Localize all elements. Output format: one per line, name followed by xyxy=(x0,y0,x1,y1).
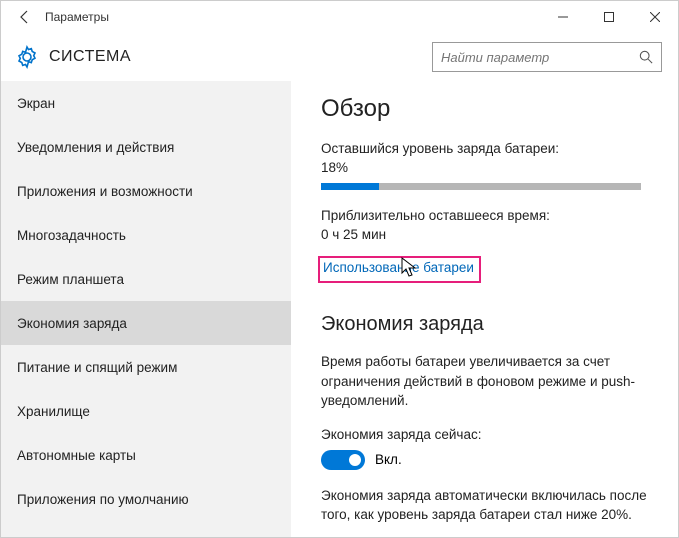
maximize-icon xyxy=(604,12,614,22)
sidebar-item[interactable]: Приложения и возможности xyxy=(1,169,291,213)
battery-remaining-value: 18% xyxy=(321,160,658,175)
sidebar-item[interactable]: Приложения по умолчанию xyxy=(1,477,291,521)
saver-heading: Экономия заряда xyxy=(321,313,658,336)
battery-progress-bar xyxy=(321,183,379,190)
saver-description: Время работы батареи увеличивается за сч… xyxy=(321,352,658,411)
battery-usage-link[interactable]: Использование батареи xyxy=(318,256,481,283)
time-remaining-label: Приблизительно оставшееся время: xyxy=(321,208,658,223)
arrow-left-icon xyxy=(17,9,33,25)
close-icon xyxy=(650,12,660,22)
search-box[interactable] xyxy=(432,42,662,72)
search-icon xyxy=(639,50,653,64)
sidebar-item[interactable]: О системе xyxy=(1,521,291,537)
gear-icon xyxy=(15,45,39,69)
app-header: СИСТЕМА xyxy=(1,33,678,81)
window-controls xyxy=(540,1,678,33)
overview-heading: Обзор xyxy=(321,95,658,123)
titlebar: Параметры xyxy=(1,1,678,33)
sidebar-item[interactable]: Хранилище xyxy=(1,389,291,433)
body: ЭкранУведомления и действияПриложения и … xyxy=(1,81,678,537)
sidebar-item[interactable]: Многозадачность xyxy=(1,213,291,257)
sidebar[interactable]: ЭкранУведомления и действияПриложения и … xyxy=(1,81,291,537)
saver-auto-text: Экономия заряда автоматически включилась… xyxy=(321,486,658,525)
battery-remaining-label: Оставшийся уровень заряда батареи: xyxy=(321,141,658,156)
sidebar-item[interactable]: Экономия заряда xyxy=(1,301,291,345)
page-title: СИСТЕМА xyxy=(49,48,432,66)
minimize-button[interactable] xyxy=(540,1,586,33)
back-button[interactable] xyxy=(9,1,41,33)
saver-toggle-label: Вкл. xyxy=(375,452,402,467)
sidebar-item[interactable]: Автономные карты xyxy=(1,433,291,477)
close-button[interactable] xyxy=(632,1,678,33)
sidebar-item[interactable]: Питание и спящий режим xyxy=(1,345,291,389)
search-input[interactable] xyxy=(441,50,639,65)
saver-toggle-row: Вкл. xyxy=(321,450,658,470)
time-remaining-value: 0 ч 25 мин xyxy=(321,227,658,242)
minimize-icon xyxy=(558,12,568,22)
battery-progress xyxy=(321,183,641,190)
window-title: Параметры xyxy=(45,10,540,24)
sidebar-item[interactable]: Режим планшета xyxy=(1,257,291,301)
saver-now-label: Экономия заряда сейчас: xyxy=(321,427,658,442)
sidebar-item[interactable]: Экран xyxy=(1,81,291,125)
toggle-knob xyxy=(349,454,361,466)
content-pane: Обзор Оставшийся уровень заряда батареи:… xyxy=(291,81,678,537)
saver-toggle[interactable] xyxy=(321,450,365,470)
maximize-button[interactable] xyxy=(586,1,632,33)
sidebar-item[interactable]: Уведомления и действия xyxy=(1,125,291,169)
